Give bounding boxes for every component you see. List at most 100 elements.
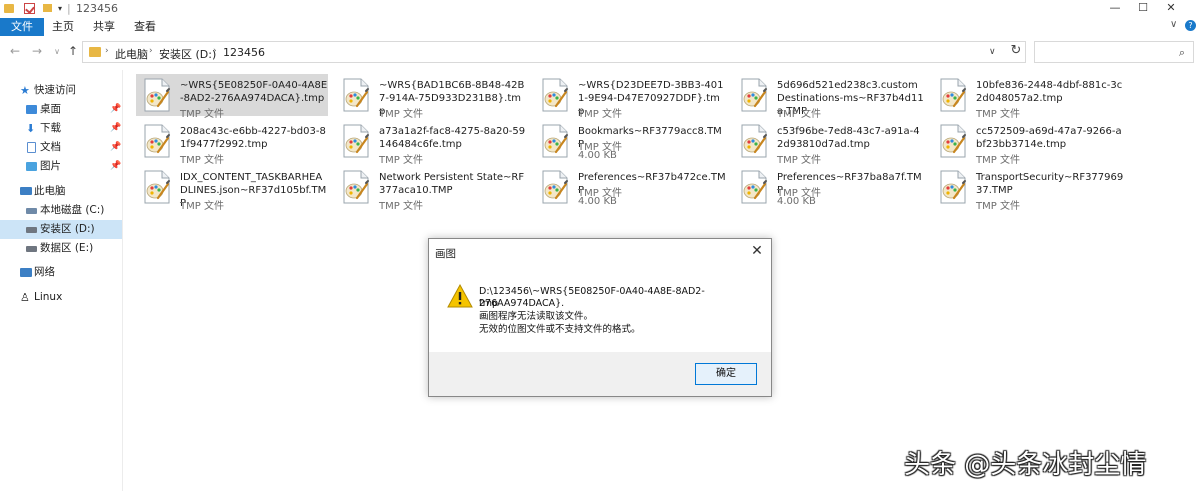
breadcrumb-this-pc[interactable]: 此电脑 <box>115 46 148 62</box>
tab-file[interactable]: 文件 <box>0 18 44 36</box>
sidebar-item-this-pc[interactable]: 此电脑 <box>0 182 122 201</box>
file-item[interactable]: Bookmarks~RF3779acc8.TMP TMP 文件 4.00 KB <box>534 120 726 162</box>
file-type: TMP 文件 <box>976 109 1020 120</box>
tab-share[interactable]: 共享 <box>86 18 122 36</box>
file-type: TMP 文件 <box>180 201 224 212</box>
back-arrow-icon[interactable]: ← <box>8 44 22 58</box>
file-item[interactable]: Preferences~RF37ba8a7f.TMP TMP 文件 4.00 KB <box>733 166 925 208</box>
drive-icon <box>26 246 37 252</box>
file-item[interactable]: cc572509-a69d-47a7-9266-abf23bb3714e.tmp… <box>932 120 1124 166</box>
file-size: 4.00 KB <box>777 196 816 207</box>
file-type: TMP 文件 <box>180 109 224 120</box>
tab-view[interactable]: 查看 <box>127 18 163 36</box>
pin-icon[interactable]: 📌 <box>110 138 121 157</box>
close-button[interactable]: ✕ <box>1148 0 1194 17</box>
file-type: TMP 文件 <box>379 155 423 166</box>
sidebar-item-label: 桌面 <box>40 103 61 115</box>
pin-icon[interactable]: 📌 <box>110 100 121 119</box>
sidebar-item-label: 快速访问 <box>34 84 76 96</box>
file-item[interactable]: Network Persistent State~RF377aca10.TMP T… <box>335 166 527 212</box>
breadcrumb-chevron-icon[interactable]: › <box>105 46 109 56</box>
sidebar-item-drive-e[interactable]: 数据区 (E:) <box>0 239 122 258</box>
dialog-close-button[interactable]: ✕ <box>747 243 767 259</box>
file-item[interactable]: IDX_CONTENT_TASKBARHEADLINES.json~RF37d1… <box>136 166 328 212</box>
address-bar[interactable]: › 此电脑 › 安装区 (D:) › 123456 ∨ <box>82 41 1026 63</box>
recent-locations-icon[interactable]: ∨ <box>50 47 64 56</box>
sidebar-item-pictures[interactable]: 图片 📌 <box>0 157 122 176</box>
sidebar-item-network[interactable]: 网络 <box>0 263 122 282</box>
paint-file-icon <box>542 78 568 112</box>
help-icon[interactable]: ? <box>1185 20 1196 31</box>
paint-file-icon <box>741 124 767 158</box>
breadcrumb-folder[interactable]: 123456 <box>223 46 265 59</box>
forward-arrow-icon[interactable]: → <box>30 44 44 58</box>
sidebar-item-desktop[interactable]: 桌面 📌 <box>0 100 122 119</box>
linux-penguin-icon: ♙ <box>20 291 30 304</box>
file-item[interactable]: ~WRS{BAD1BC6B-8B48-42B7-914A-75D933D231B… <box>335 74 527 120</box>
file-item[interactable]: Preferences~RF37b472ce.TMP TMP 文件 4.00 KB <box>534 166 726 208</box>
file-size: 4.00 KB <box>578 196 617 207</box>
file-item[interactable]: 208ac43c-e6bb-4227-bd03-81f9477f2992.tmp… <box>136 120 328 166</box>
properties-check-icon[interactable] <box>24 3 35 14</box>
dialog-body: D:\123456\~WRS{5E08250F-0A40-4A8E-8AD2-2… <box>429 264 771 352</box>
ribbon-tabs: 文件 主页 共享 查看 <box>0 18 1200 36</box>
up-arrow-icon[interactable]: ↑ <box>66 44 80 58</box>
file-name: ~WRS{5E08250F-0A40-4A8E-8AD2-276AA974DAC… <box>180 80 328 104</box>
file-item[interactable]: ~WRS{5E08250F-0A40-4A8E-8AD2-276AA974DAC… <box>136 74 328 120</box>
drive-icon <box>26 227 37 233</box>
sidebar-item-drive-c[interactable]: 本地磁盘 (C:) <box>0 201 122 220</box>
ok-button[interactable]: 确定 <box>695 363 757 385</box>
dialog-message-path: D:\123456\~WRS{5E08250F-0A40-4A8E-8AD2-2… <box>479 286 705 309</box>
pictures-icon <box>26 162 37 171</box>
tab-home[interactable]: 主页 <box>45 18 81 36</box>
dialog-title: 画图 <box>435 248 456 260</box>
sidebar-item-documents[interactable]: 文档 📌 <box>0 138 122 157</box>
desktop-icon <box>26 105 37 114</box>
pin-icon[interactable]: 📌 <box>110 157 121 176</box>
file-item[interactable]: 5d696d521ed238c3.customDestinations-ms~R… <box>733 74 925 120</box>
file-item[interactable]: ~WRS{D23DEE7D-3BB3-4011-9E94-D47E70927DD… <box>534 74 726 120</box>
sidebar-item-label: 图片 <box>40 160 61 172</box>
file-name: 10bfe836-2448-4dbf-881c-3c2d048057a2.tmp <box>976 80 1123 104</box>
file-item[interactable]: c53f96be-7ed8-43c7-a91a-42d93810d7ad.tmp… <box>733 120 925 166</box>
sidebar-item-quick-access[interactable]: ★ 快速访问 <box>0 81 122 100</box>
paint-file-icon <box>741 78 767 112</box>
paint-file-icon <box>542 124 568 158</box>
quick-access-dropdown-icon[interactable]: ▾ <box>58 2 62 14</box>
address-dropdown-icon[interactable]: ∨ <box>989 47 996 57</box>
document-icon <box>27 142 36 153</box>
file-name: cc572509-a69d-47a7-9266-abf23bb3714e.tmp <box>976 126 1122 150</box>
file-item[interactable]: TransportSecurity~RF37796937.TMP TMP 文件 <box>932 166 1124 212</box>
network-icon <box>20 268 32 277</box>
expand-ribbon-icon[interactable]: ∨ <box>1170 19 1177 30</box>
file-type: TMP 文件 <box>976 201 1020 212</box>
file-name: a73a1a2f-fac8-4275-8a20-59146484c6fe.tmp <box>379 126 526 150</box>
breadcrumb-chevron-icon[interactable]: › <box>213 46 217 56</box>
paint-file-icon <box>343 78 369 112</box>
sidebar-item-label: 网络 <box>34 266 55 278</box>
pin-icon[interactable]: 📌 <box>110 119 121 138</box>
sidebar-item-drive-d[interactable]: 安装区 (D:) <box>0 220 122 239</box>
dialog-message-path-end: tmp <box>479 298 499 309</box>
sidebar-item-linux[interactable]: ♙ Linux <box>0 288 122 307</box>
sidebar-item-label: 此电脑 <box>34 185 66 197</box>
sidebar-item-label: Linux <box>34 291 63 303</box>
sidebar-item-downloads[interactable]: ⬇ 下载 📌 <box>0 119 122 138</box>
paint-file-icon <box>542 170 568 204</box>
breadcrumb-drive-d[interactable]: 安装区 (D:) <box>159 46 216 62</box>
sidebar-item-label: 数据区 (E:) <box>40 242 94 254</box>
title-bar: ▾ | 123456 — ☐ ✕ <box>0 0 1200 17</box>
paint-file-icon <box>940 124 966 158</box>
file-type: TMP 文件 <box>777 109 821 120</box>
file-item[interactable]: 10bfe836-2448-4dbf-881c-3c2d048057a2.tmp… <box>932 74 1124 120</box>
file-name: 208ac43c-e6bb-4227-bd03-81f9477f2992.tmp <box>180 126 326 150</box>
file-name: TransportSecurity~RF37796937.TMP <box>976 172 1124 196</box>
search-input[interactable]: ⌕ <box>1034 41 1194 63</box>
file-item[interactable]: a73a1a2f-fac8-4275-8a20-59146484c6fe.tmp… <box>335 120 527 166</box>
paint-file-icon <box>144 170 170 204</box>
file-name: c53f96be-7ed8-43c7-a91a-42d93810d7ad.tmp <box>777 126 920 150</box>
breadcrumb-chevron-icon[interactable]: › <box>149 46 153 56</box>
new-folder-icon[interactable] <box>43 4 52 12</box>
dialog-message-detail: 无效的位图文件或不支持文件的格式。 <box>479 324 641 335</box>
refresh-icon[interactable]: ↻ <box>1006 41 1026 61</box>
